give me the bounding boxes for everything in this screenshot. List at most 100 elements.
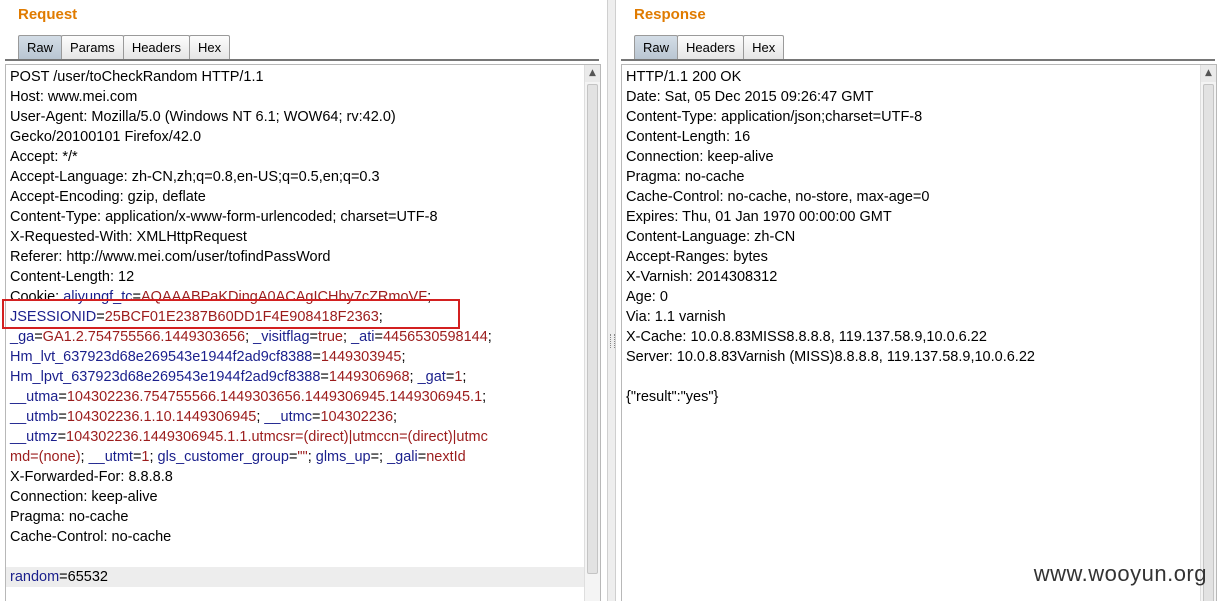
- request-header-line: Cache-Control: no-cache: [10, 529, 172, 545]
- tab-params[interactable]: Params: [61, 35, 124, 59]
- tab-raw[interactable]: Raw: [634, 35, 679, 59]
- response-line: {"result":"yes"}: [626, 389, 719, 405]
- cookie-line: __utmz=104302236.1449306945.1.1.utmcsr=(…: [10, 427, 584, 447]
- request-raw-text[interactable]: POST /user/toCheckRandom HTTP/1.1 Host: w…: [6, 65, 584, 601]
- cookie-name: __utma: [10, 389, 59, 405]
- cookie-name: _visitflag: [253, 329, 310, 345]
- cookie-name: Hm_lpvt_637923d68e269543e1944f2ad9cf8388: [10, 369, 321, 385]
- response-tab-bar: Raw Headers Hex: [634, 35, 785, 60]
- response-line: Cache-Control: no-cache, no-store, max-a…: [626, 189, 930, 205]
- response-line: Date: Sat, 05 Dec 2015 09:26:47 GMT: [626, 89, 874, 105]
- request-tab-bar: Raw Params Headers Hex: [18, 35, 231, 60]
- cookie-separator: ;: [343, 329, 352, 345]
- cookie-separator: ;: [427, 289, 432, 305]
- cookie-separator: ;: [149, 449, 158, 465]
- request-scroll-thumb[interactable]: [587, 84, 598, 574]
- request-header-line: POST /user/toCheckRandom HTTP/1.1: [10, 69, 264, 85]
- cookie-line: md=(none); __utmt=1; gls_customer_group=…: [10, 447, 584, 467]
- cookie-equals: =: [374, 329, 383, 345]
- response-editor[interactable]: HTTP/1.1 200 OK Date: Sat, 05 Dec 2015 09…: [621, 64, 1217, 601]
- cookie-value: 4456530598144: [382, 329, 488, 345]
- request-header-line: Content-Length: 12: [10, 269, 135, 285]
- cookie-value: md=(none): [10, 449, 81, 465]
- param-equals: =: [59, 569, 68, 585]
- tab-hex[interactable]: Hex: [743, 35, 785, 59]
- cookie-name: aliyungf_tc: [63, 289, 133, 305]
- request-title: Request: [18, 6, 78, 23]
- request-header-line: Accept-Encoding: gzip, deflate: [10, 189, 206, 205]
- request-header-line: X-Forwarded-For: 8.8.8.8: [10, 469, 173, 485]
- cookie-separator: ;: [393, 409, 398, 425]
- response-line: Content-Length: 16: [626, 129, 751, 145]
- tab-hex[interactable]: Hex: [188, 35, 231, 59]
- cookie-label: Cookie:: [10, 289, 64, 305]
- request-header-line: Gecko/20100101 Firefox/42.0: [10, 129, 202, 145]
- cookie-value: 104302236.1449306945.1.1.utmcsr=(direct)…: [66, 429, 488, 445]
- cookie-separator: ;: [379, 449, 388, 465]
- cookie-name: JSESSIONID: [10, 309, 97, 325]
- request-editor[interactable]: POST /user/toCheckRandom HTTP/1.1 Host: w…: [5, 64, 601, 601]
- cookie-value: true: [318, 329, 344, 345]
- response-title: Response: [634, 6, 706, 23]
- splitter-grip-icon[interactable]: [610, 334, 615, 348]
- response-line: X-Varnish: 2014308312: [626, 269, 778, 285]
- response-scrollbar[interactable]: ▲: [1200, 65, 1216, 601]
- cookie-name: __utmb: [10, 409, 59, 425]
- request-tab-underline: [5, 59, 599, 61]
- scroll-up-arrow-icon[interactable]: ▲: [1201, 65, 1216, 82]
- pane-splitter[interactable]: [607, 0, 616, 601]
- tab-raw[interactable]: Raw: [18, 35, 63, 59]
- request-header-line: Referer: http://www.mei.com/user/tofindP…: [10, 249, 331, 265]
- cookie-name: glms_up: [315, 449, 371, 465]
- response-scroll-thumb[interactable]: [1203, 84, 1214, 601]
- cookie-separator: ;: [378, 309, 383, 325]
- request-header-line: Host: www.mei.com: [10, 89, 138, 105]
- cookie-equals: =: [417, 449, 427, 465]
- cookie-separator: ;: [462, 369, 467, 385]
- cookie-value: 104302236: [320, 409, 394, 425]
- cookie-separator: ;: [245, 329, 254, 345]
- cookie-name: __utmz: [10, 429, 58, 445]
- cookie-value: AQAAABPaKDingA0ACAgICHby7cZRmoVF: [141, 289, 428, 305]
- response-line: Age: 0: [626, 289, 668, 305]
- param-key: random: [10, 569, 60, 585]
- tab-headers[interactable]: Headers: [677, 35, 745, 59]
- cookie-value: 1449303945: [320, 349, 402, 365]
- response-tab-underline: [621, 59, 1215, 61]
- response-line: Via: 1.1 varnish: [626, 309, 726, 325]
- cookie-separator: ;: [401, 349, 406, 365]
- cookie-name: __utmc: [264, 409, 312, 425]
- cookie-name: __utmt: [88, 449, 133, 465]
- cookie-line: __utmb=104302236.1.10.1449306945; __utmc…: [10, 407, 584, 427]
- response-line: HTTP/1.1 200 OK: [626, 69, 742, 85]
- cookie-equals: =: [309, 329, 319, 345]
- watermark: www.wooyun.org: [1033, 561, 1207, 586]
- cookie-value: 1449306968: [328, 369, 410, 385]
- cookie-equals: =: [96, 309, 105, 325]
- cookie-name: gls_customer_group: [157, 449, 289, 465]
- request-scrollbar[interactable]: ▲: [584, 65, 600, 601]
- cookie-value: nextId: [426, 449, 466, 465]
- request-header-line: Pragma: no-cache: [10, 509, 129, 525]
- cookie-name: _gali: [387, 449, 418, 465]
- cookie-line: Hm_lvt_637923d68e269543e1944f2ad9cf8388=…: [10, 347, 584, 367]
- cookie-equals: =: [58, 409, 67, 425]
- response-line: Pragma: no-cache: [626, 169, 745, 185]
- cookie-equals: =: [320, 369, 329, 385]
- cookie-header-line: Cookie: aliyungf_tc=AQAAABPaKDingA0ACAgI…: [10, 287, 584, 307]
- response-line: Expires: Thu, 01 Jan 1970 00:00:00 GMT: [626, 209, 892, 225]
- cookie-equals: =: [312, 349, 321, 365]
- cookie-value: GA1.2.754755566.1449303656: [42, 329, 246, 345]
- cookie-value: "": [297, 449, 308, 465]
- scroll-up-arrow-icon[interactable]: ▲: [585, 65, 600, 82]
- cookie-line: Hm_lpvt_637923d68e269543e1944f2ad9cf8388…: [10, 367, 584, 387]
- response-raw-text[interactable]: HTTP/1.1 200 OK Date: Sat, 05 Dec 2015 09…: [622, 65, 1200, 601]
- cookie-equals: =: [58, 389, 67, 405]
- request-body-param: random=65532: [6, 567, 584, 587]
- request-header-line: Connection: keep-alive: [10, 489, 158, 505]
- request-header-line: X-Requested-With: XMLHttpRequest: [10, 229, 247, 245]
- response-line: X-Cache: 10.0.8.83MISS8.8.8.8, 119.137.5…: [626, 329, 987, 345]
- tab-headers[interactable]: Headers: [122, 35, 190, 59]
